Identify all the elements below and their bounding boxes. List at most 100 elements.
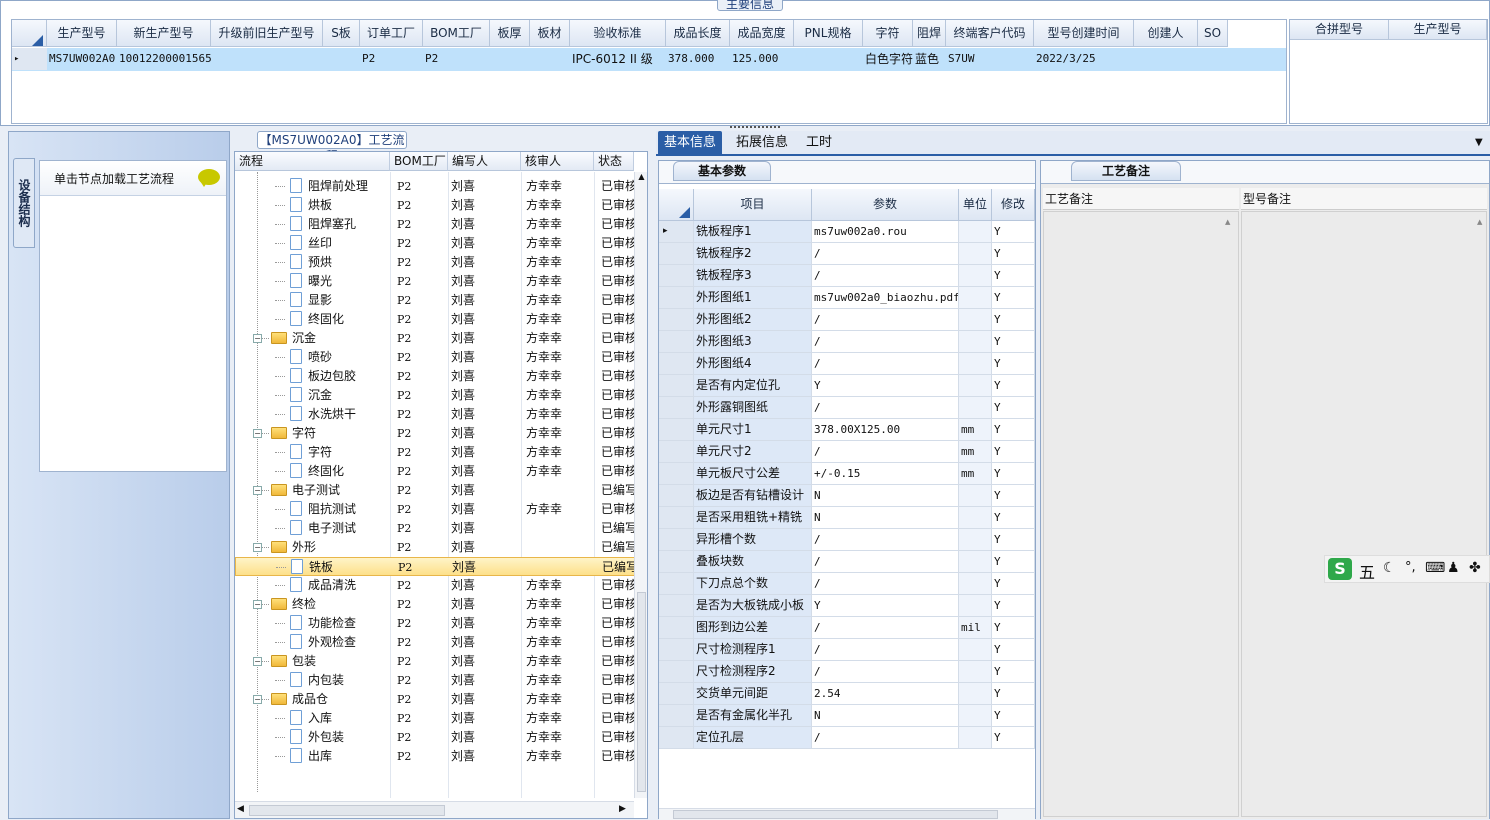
col-item[interactable]: 项目	[694, 189, 812, 221]
tree-node[interactable]: 阻抗测试 P2 刘喜 方幸幸 已审核	[235, 500, 635, 519]
param-row[interactable]: 外形露铜图纸 / Y	[659, 397, 1035, 419]
tree-node[interactable]: 铣板 P2 刘喜 已编写	[235, 557, 635, 576]
column-header[interactable]: 终端客户代码	[946, 20, 1034, 47]
tree-node[interactable]: 成品清洗 P2 刘喜 方幸幸 已审核	[235, 576, 635, 595]
scroll-up-icon[interactable]: ▲	[1477, 218, 1482, 226]
tab-basic-info[interactable]: 基本信息	[658, 131, 723, 155]
ime-mode[interactable]: 五	[1359, 559, 1375, 583]
settings-icon[interactable]: ✤	[1469, 560, 1481, 576]
param-row[interactable]: 铣板程序3/ Y	[659, 265, 1035, 287]
tree-node[interactable]: 阻焊前处理 P2 刘喜 方幸幸 已审核	[235, 177, 635, 196]
table-row[interactable]: ▸ MS7UW002A0 10012200001565 P2 P2 IPC-6012 II…	[12, 48, 1286, 71]
column-header[interactable]: 升级前旧生产型号	[211, 20, 323, 47]
param-row[interactable]: 是否为大板铣成小板 Y Y	[659, 595, 1035, 617]
param-row[interactable]: 尺寸检测程序2/ Y	[659, 661, 1035, 683]
tree-node[interactable]: 出库 P2 刘喜 方幸幸 已审核	[235, 747, 635, 766]
param-row[interactable]: 图形到边公差 / mil Y	[659, 617, 1035, 639]
param-row[interactable]: 外形图纸4/ Y	[659, 353, 1035, 375]
column-header[interactable]: SO	[1198, 20, 1228, 47]
tree-node[interactable]: 板边包胶 P2 刘喜 方幸幸 已审核	[235, 367, 635, 386]
tree-node[interactable]: 喷砂 P2 刘喜 方幸幸 已审核	[235, 348, 635, 367]
column-header[interactable]: 生产型号	[47, 20, 117, 47]
flow-column-header[interactable]: 核审人	[521, 152, 594, 171]
param-row[interactable]: 尺寸检测程序1/ Y	[659, 639, 1035, 661]
merge-col-header[interactable]: 合拼型号	[1290, 20, 1389, 40]
user-icon[interactable]: ♟	[1447, 560, 1460, 576]
tree-node[interactable]: − 电子测试 P2 刘喜 已编写	[235, 481, 635, 500]
param-row[interactable]: 外形图纸1 ms7uw002a0_biaozhu.pdf Y	[659, 287, 1035, 309]
tree-node[interactable]: 电子测试 P2 刘喜 已编写	[235, 519, 635, 538]
collapse-icon[interactable]: −	[253, 595, 262, 614]
tree-node[interactable]: 入库 P2 刘喜 方幸幸 已审核	[235, 709, 635, 728]
scroll-left-icon[interactable]: ◀	[237, 804, 244, 814]
param-row[interactable]: 下刀点总个数 / Y	[659, 573, 1035, 595]
collapse-icon[interactable]: −	[253, 690, 262, 709]
param-row[interactable]: 异形槽个数 / Y	[659, 529, 1035, 551]
column-header[interactable]: 验收标准	[570, 20, 666, 47]
scroll-right-icon[interactable]: ▶	[619, 804, 626, 814]
flow-horizontal-scrollbar[interactable]: ◀ ▶	[235, 801, 634, 818]
tree-node[interactable]: 终固化 P2 刘喜 方幸幸 已审核	[235, 310, 635, 329]
param-row[interactable]: 是否有金属化半孔 N Y	[659, 705, 1035, 727]
device-structure-tab[interactable]: 设备结构	[13, 158, 35, 248]
collapse-icon[interactable]: −	[253, 329, 262, 348]
model-note-textarea[interactable]	[1241, 211, 1487, 817]
column-header[interactable]: 成品宽度	[730, 20, 794, 47]
param-row[interactable]: 叠板块数 / Y	[659, 551, 1035, 573]
param-row[interactable]: 外形图纸2/ Y	[659, 309, 1035, 331]
column-header[interactable]: BOM工厂	[423, 20, 490, 47]
tree-node[interactable]: 沉金 P2 刘喜 方幸幸 已审核	[235, 386, 635, 405]
column-header[interactable]: 阻焊	[913, 20, 946, 47]
tree-node[interactable]: 字符 P2 刘喜 方幸幸 已审核	[235, 443, 635, 462]
param-row[interactable]: 定位孔层 / Y	[659, 727, 1035, 749]
param-row[interactable]: 板边是否有钻槽设计 N Y	[659, 485, 1035, 507]
tree-node[interactable]: 水洗烘干 P2 刘喜 方幸幸 已审核	[235, 405, 635, 424]
params-section-tab[interactable]: 基本参数	[673, 161, 771, 181]
param-row[interactable]: ▸ 铣板程序1 ms7uw002a0.rou Y	[659, 221, 1035, 243]
chevron-down-icon[interactable]: ▼	[1475, 137, 1483, 148]
tree-node[interactable]: − 终检 P2 刘喜 方幸幸 已审核	[235, 595, 635, 614]
tab-work-hours[interactable]: 工时	[800, 131, 838, 155]
column-header[interactable]: 成品长度	[666, 20, 730, 47]
moon-icon[interactable]: ☾	[1383, 560, 1396, 576]
tab-extended-info[interactable]: 拓展信息	[730, 131, 794, 155]
params-horizontal-scrollbar[interactable]	[659, 808, 1035, 820]
column-header[interactable]: 创建人	[1134, 20, 1198, 47]
param-row[interactable]: 是否采用粗铣+精铣 N Y	[659, 507, 1035, 529]
punctuation-icon[interactable]: °,	[1405, 560, 1416, 575]
tree-node[interactable]: 功能检查 P2 刘喜 方幸幸 已审核	[235, 614, 635, 633]
tree-node[interactable]: 外观检查 P2 刘喜 方幸幸 已审核	[235, 633, 635, 652]
flow-column-header[interactable]: BOM工厂	[390, 152, 448, 171]
flow-vertical-scrollbar[interactable]: ▲	[634, 172, 647, 798]
flow-column-header[interactable]: 编写人	[448, 152, 521, 171]
column-header[interactable]: 订单工厂	[360, 20, 423, 47]
column-header[interactable]: 板材	[530, 20, 570, 47]
tree-node[interactable]: 阻焊塞孔 P2 刘喜 方幸幸 已审核	[235, 215, 635, 234]
param-row[interactable]: 外形图纸3/ Y	[659, 331, 1035, 353]
sogou-logo-icon[interactable]: S	[1328, 558, 1352, 580]
process-note-textarea[interactable]	[1043, 211, 1239, 817]
params-h-thumb[interactable]	[673, 810, 998, 819]
tree-node[interactable]: 预烘 P2 刘喜 方幸幸 已审核	[235, 253, 635, 272]
param-row[interactable]: 单元尺寸2/mm Y	[659, 441, 1035, 463]
scroll-up-icon[interactable]: ▲	[636, 172, 647, 182]
tree-node[interactable]: 外包装 P2 刘喜 方幸幸 已审核	[235, 728, 635, 747]
tree-node[interactable]: 内包装 P2 刘喜 方幸幸 已审核	[235, 671, 635, 690]
collapse-icon[interactable]: −	[253, 652, 262, 671]
column-header[interactable]: 字符	[863, 20, 913, 47]
param-row[interactable]: 交货单元间距 2.54 Y	[659, 683, 1035, 705]
param-row[interactable]: 铣板程序2/ Y	[659, 243, 1035, 265]
tree-node[interactable]: − 沉金 P2 刘喜 方幸幸 已审核	[235, 329, 635, 348]
flow-column-header[interactable]: 流程	[235, 152, 390, 171]
tree-node[interactable]: 丝印 P2 刘喜 方幸幸 已审核	[235, 234, 635, 253]
col-unit[interactable]: 单位	[959, 189, 992, 221]
tree-node[interactable]: 显影 P2 刘喜 方幸幸 已审核	[235, 291, 635, 310]
column-header[interactable]: S板	[323, 20, 360, 47]
tree-node[interactable]: − 成品仓 P2 刘喜 方幸幸 已审核	[235, 690, 635, 709]
collapse-icon[interactable]: −	[253, 424, 262, 443]
merge-production-col-header[interactable]: 生产型号	[1389, 20, 1487, 40]
collapse-icon[interactable]: −	[253, 538, 262, 557]
column-header[interactable]: PNL规格	[794, 20, 863, 47]
scroll-thumb[interactable]	[637, 592, 646, 792]
column-header[interactable]: 板厚	[490, 20, 530, 47]
